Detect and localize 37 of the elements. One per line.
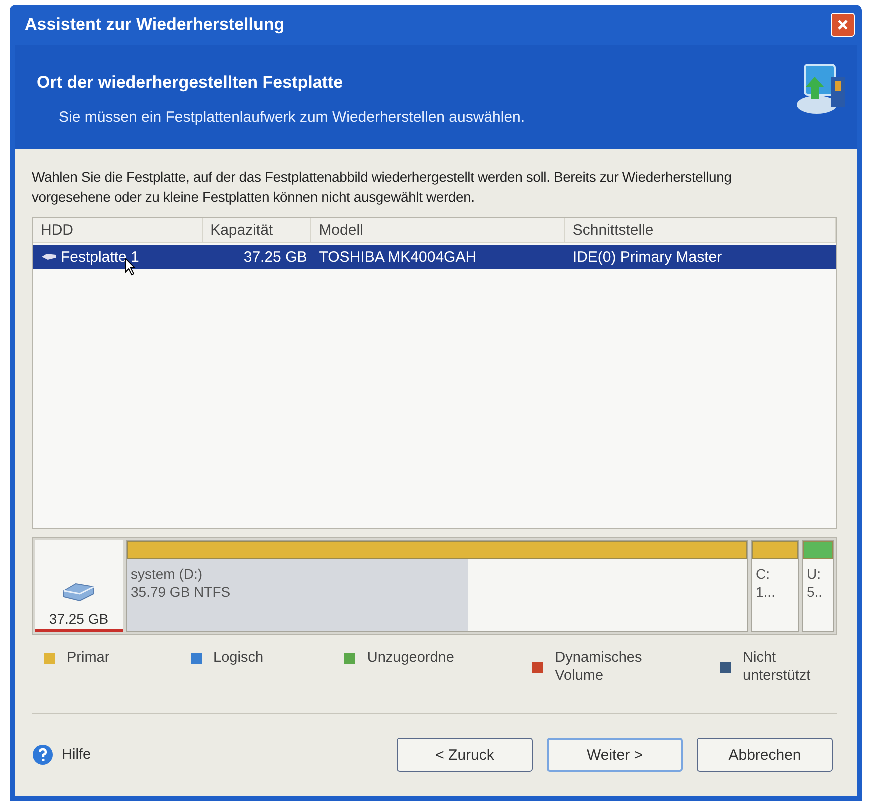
- partition-label: system (D:): [131, 565, 204, 583]
- partition-label: 1...: [756, 583, 776, 601]
- table-cell: TOSHIBA MK4004GAH: [319, 248, 477, 266]
- legend-label: Nicht unterstützt: [743, 649, 812, 685]
- column-header[interactable]: HDD: [33, 218, 203, 242]
- legend-label: Primar: [67, 649, 110, 667]
- partition-label: C:: [756, 565, 771, 583]
- close-button[interactable]: [831, 13, 855, 37]
- page-title: Ort der wiederhergestellten Festplatte: [37, 73, 344, 93]
- partition-block[interactable]: U: 5..: [802, 540, 834, 632]
- window-title: Assistent zur Wiederherstellung: [25, 15, 285, 35]
- partition-label: 35.79 GB NTFS: [131, 583, 232, 601]
- hard-drive-icon: [62, 581, 96, 603]
- column-header[interactable]: Schnittstelle: [564, 218, 836, 242]
- close-icon: [837, 19, 849, 31]
- next-button[interactable]: Weiter >: [547, 738, 683, 772]
- partition-block[interactable]: C: 1...: [751, 540, 799, 632]
- table-cell: 37.25 GB: [244, 248, 308, 266]
- disk-summary[interactable]: 37.25 GB: [35, 540, 123, 632]
- legend-label: Logisch: [214, 649, 264, 667]
- column-header[interactable]: Kapazität: [202, 218, 312, 242]
- cancel-button[interactable]: Abbrechen: [697, 738, 833, 772]
- column-header[interactable]: Modell: [311, 218, 565, 242]
- partition-label: 5..: [807, 583, 824, 601]
- partition-label: U:: [807, 565, 822, 583]
- disk-size: 37.25 GB: [49, 611, 109, 627]
- help-icon: [32, 744, 54, 766]
- page-subtitle: Sie müssen ein Festplattenlaufwerk zum Wiederherstellen auswählen.: [59, 109, 526, 126]
- instruction-text: Wahlen Sie die Festplatte, auf der das Festplattenabbild wiederhergestellt werden soll. Bereits zur Wiederherstellung vorgesehene oder zu kleine Festplatten können nicht ausgewählt werden.: [32, 168, 733, 207]
- legend-label: Unzugeordne: [367, 649, 452, 667]
- legend-label: Dynamisches Volume: [555, 649, 640, 685]
- table-cell: IDE(0) Primary Master: [572, 248, 722, 266]
- table-cell: Festplatte 1: [61, 248, 140, 266]
- back-button[interactable]: < Zuruck: [397, 738, 533, 772]
- help-link[interactable]: Hilfe: [32, 744, 92, 766]
- table-row[interactable]: Festplatte 1 37.25 GB TOSHIBA MK4004GAH IDE(0) Primary Master: [33, 245, 836, 269]
- partition-block[interactable]: system (D:) 35.79 GB NTFS: [126, 540, 748, 632]
